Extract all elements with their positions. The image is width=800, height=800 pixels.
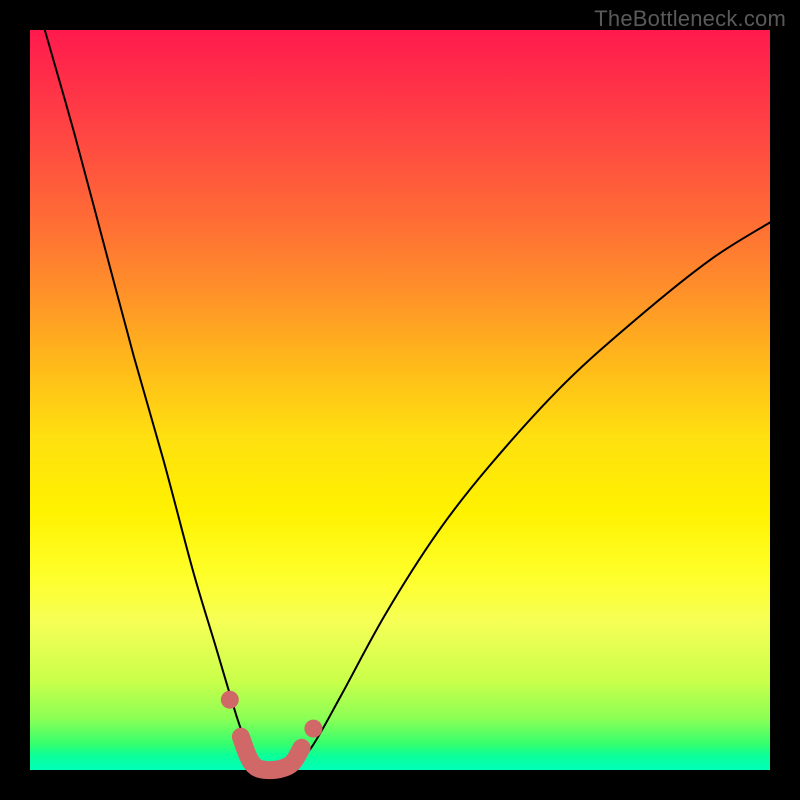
watermark-text: TheBottleneck.com [594, 6, 786, 32]
optimum-dot-end [304, 720, 322, 738]
chart-svg [30, 30, 770, 770]
optimum-dot-start [221, 691, 239, 709]
chart-plot-area [30, 30, 770, 770]
optimum-marker [241, 737, 302, 770]
bottleneck-curve [45, 30, 770, 772]
